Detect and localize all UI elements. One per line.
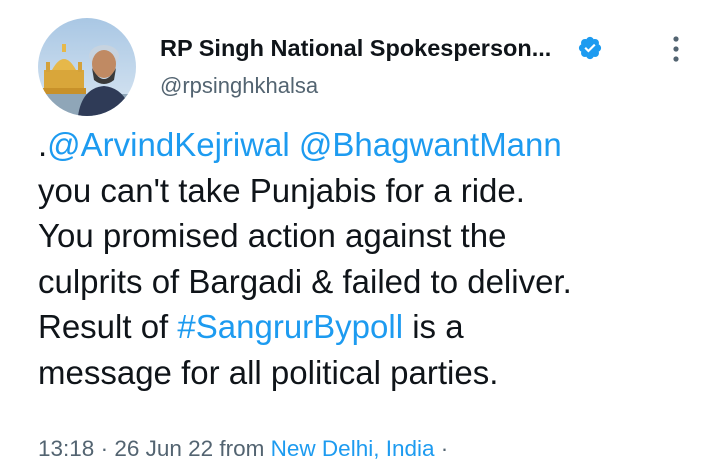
tweet-line: Result of #SangrurBypoll is a xyxy=(38,304,718,350)
tweet-text: .@ArvindKejriwal @BhagwantMann you can't… xyxy=(38,122,718,395)
author-handle[interactable]: @rpsinghkhalsa xyxy=(160,73,660,99)
hashtag-link[interactable]: #SangrurBypoll xyxy=(177,308,403,345)
tweet-text-fragment: Result of xyxy=(38,308,178,345)
author-info: RP Singh National Spokesperson... @rpsin… xyxy=(160,30,660,99)
mention-link[interactable]: @BhagwantMann xyxy=(299,126,562,163)
more-vertical-icon[interactable] xyxy=(668,34,684,64)
tweet-line: culprits of Bargadi & failed to deliver. xyxy=(38,262,572,300)
tweet-text-fragment: . xyxy=(38,126,48,163)
mention-link[interactable]: @ArvindKejriwal xyxy=(47,126,290,163)
tweet-location-link[interactable]: New Delhi, India xyxy=(271,436,435,461)
tweet-line: you can't take Punjabis for a ride. xyxy=(38,171,525,209)
tweet-card: RP Singh National Spokesperson... @rpsin… xyxy=(0,0,724,470)
meta-from: from xyxy=(213,436,271,461)
meta-separator: · xyxy=(94,436,115,461)
profile-photo xyxy=(38,18,136,116)
meta-separator: · xyxy=(434,436,449,461)
tweet-text-fragment: is a xyxy=(403,308,464,345)
author-avatar[interactable] xyxy=(38,18,136,116)
author-name-row: RP Singh National Spokesperson... xyxy=(160,30,660,66)
author-display-name[interactable]: RP Singh National Spokesperson... xyxy=(160,35,551,62)
tweet-line: .@ArvindKejriwal @BhagwantMann xyxy=(38,122,718,168)
tweet-time[interactable]: 13:18 xyxy=(38,436,94,461)
tweet-line: message for all political parties. xyxy=(38,353,499,391)
tweet-metadata: 13:18 · 26 Jun 22 from New Delhi, India … xyxy=(38,436,448,462)
tweet-date[interactable]: 26 Jun 22 xyxy=(114,436,213,461)
tweet-text-fragment xyxy=(290,126,299,163)
tweet-line: You promised action against the xyxy=(38,217,507,254)
verified-badge-icon xyxy=(577,35,603,61)
